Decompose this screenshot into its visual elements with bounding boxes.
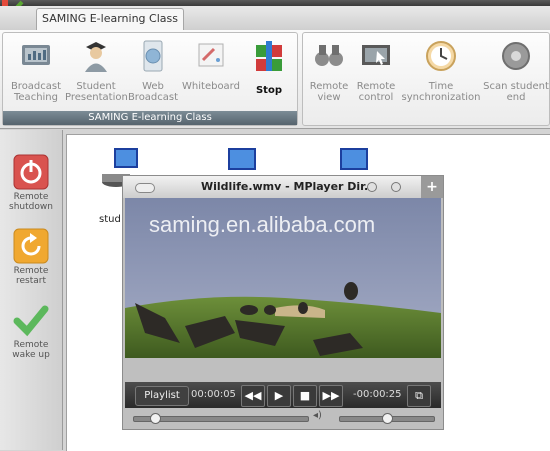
- student-presentation-label: Student Presentation: [65, 81, 128, 103]
- stop-button[interactable]: Stop: [245, 37, 293, 109]
- ribbon-group-remote: Remote view Remote control Time synchron…: [302, 32, 550, 126]
- broadcast-teaching-label: Broadcast Teaching: [10, 81, 62, 103]
- seek-volume-row: ◂): [125, 410, 441, 426]
- player-menu-pill-icon[interactable]: [135, 183, 155, 193]
- tab-saming-class[interactable]: SAMING E-learning Class: [36, 8, 184, 30]
- whiteboard-icon: [198, 43, 224, 67]
- remote-shutdown-button[interactable]: Remote shutdown: [2, 154, 60, 212]
- close-icon[interactable]: [391, 182, 401, 192]
- player-titlebar[interactable]: Wildlife.wmv - MPlayer Dir... +: [123, 176, 443, 198]
- remote-shutdown-label: Remote shutdown: [9, 192, 53, 212]
- remaining-time: -00:00:25: [353, 389, 402, 400]
- remote-control-icon: [362, 45, 390, 65]
- media-player-window[interactable]: Wildlife.wmv - MPlayer Dir... + saming.e…: [122, 175, 444, 430]
- remote-restart-label: Remote restart: [13, 266, 49, 286]
- student-name-label: stud: [99, 214, 121, 225]
- video-watermark: saming.en.alibaba.com: [149, 212, 376, 237]
- volume-icon: ◂): [313, 410, 322, 421]
- stop-label: Stop: [255, 85, 282, 96]
- checkmark-icon: [13, 305, 49, 337]
- plus-icon[interactable]: +: [421, 176, 443, 198]
- fast-forward-icon: ▶▶: [322, 389, 340, 402]
- web-broadcast-button[interactable]: Web Broadcast: [127, 37, 179, 109]
- player-controls: Playlist 00:00:05 ◀◀ ▶ ■ ▶▶ -00:00:25 ⧉: [125, 382, 441, 408]
- volume-knob[interactable]: [382, 413, 393, 424]
- elapsed-time: 00:00:05: [191, 389, 236, 400]
- web-broadcast-label: Web Broadcast: [127, 81, 179, 103]
- stop-icon: [256, 41, 282, 71]
- rewind-button[interactable]: ◀◀: [241, 385, 265, 407]
- remote-restart-button[interactable]: Remote restart: [2, 228, 60, 286]
- fullscreen-icon: ⧉: [415, 389, 423, 402]
- remote-view-label: Remote view: [309, 81, 349, 103]
- remote-control-label: Remote control: [356, 81, 396, 103]
- playlist-button[interactable]: Playlist: [135, 386, 189, 406]
- fast-forward-button[interactable]: ▶▶: [319, 385, 343, 407]
- remote-control-button[interactable]: Remote control: [353, 37, 399, 109]
- play-icon: ▶: [274, 389, 284, 402]
- scan-icon: [502, 42, 530, 70]
- seek-knob[interactable]: [149, 413, 161, 424]
- time-sync-label: Time synchronization: [401, 81, 481, 103]
- student-presentation-button[interactable]: Student Presentation: [65, 37, 128, 109]
- video-frame[interactable]: saming.en.alibaba.com: [125, 198, 441, 358]
- scan-student-label: Scan student end: [483, 81, 549, 103]
- scan-student-button[interactable]: Scan student end: [483, 37, 549, 109]
- stop-playback-button[interactable]: ■: [293, 385, 317, 407]
- whiteboard-button[interactable]: Whiteboard: [179, 37, 243, 109]
- ribbon-group-class: Broadcast Teaching Student Presentation …: [2, 32, 298, 126]
- binoculars-icon: [315, 45, 343, 66]
- fullscreen-button[interactable]: ⧉: [407, 385, 431, 407]
- whiteboard-label: Whiteboard: [182, 81, 240, 92]
- restart-icon: [13, 228, 49, 264]
- remote-wake-button[interactable]: Remote wake up: [2, 302, 60, 360]
- player-title: Wildlife.wmv - MPlayer Dir...: [201, 180, 377, 193]
- power-icon: [13, 154, 49, 190]
- clock-icon: [426, 41, 456, 71]
- time-sync-button[interactable]: Time synchronization: [399, 37, 483, 109]
- ribbon-group-label: SAMING E-learning Class: [3, 111, 297, 125]
- student-presentation-icon: [85, 42, 107, 72]
- play-button[interactable]: ▶: [267, 385, 291, 407]
- stop-square-icon: ■: [299, 389, 311, 402]
- broadcast-icon: [22, 45, 50, 65]
- web-broadcast-icon: [143, 40, 163, 72]
- remote-wake-label: Remote wake up: [12, 340, 50, 360]
- rewind-icon: ◀◀: [244, 389, 262, 402]
- ribbon-toolbar: Broadcast Teaching Student Presentation …: [0, 30, 550, 129]
- broadcast-teaching-button[interactable]: Broadcast Teaching: [7, 37, 65, 109]
- remote-view-button[interactable]: Remote view: [303, 37, 355, 109]
- left-sidebar: Remote shutdown Remote restart Remote wa…: [0, 130, 63, 450]
- minimize-icon[interactable]: [367, 182, 377, 192]
